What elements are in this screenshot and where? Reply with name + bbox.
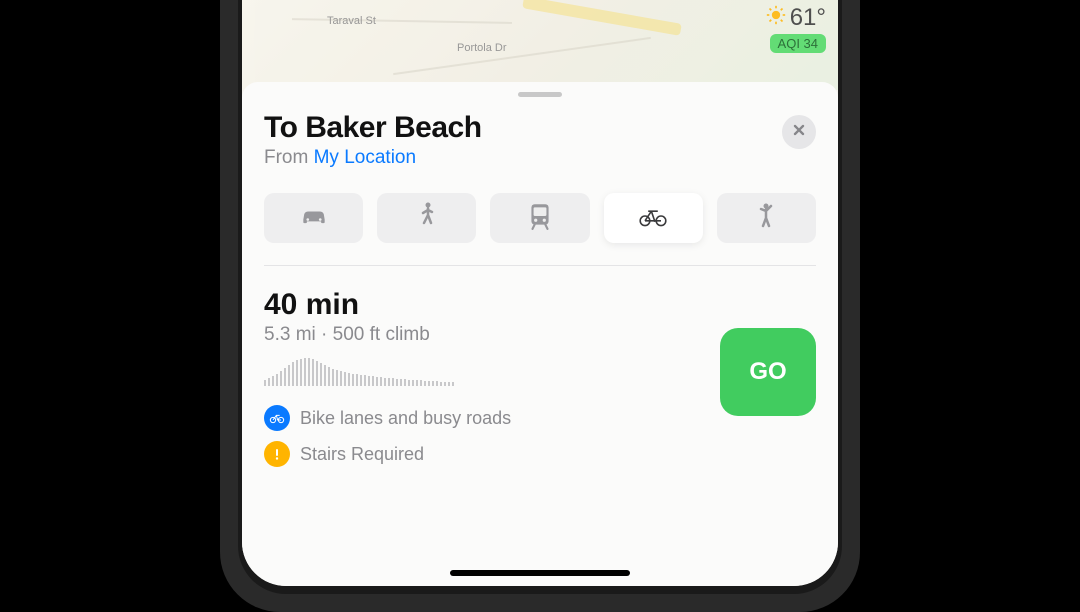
mode-tab-car[interactable] [264,193,363,243]
bike-badge-icon [264,405,290,431]
mode-tab-walk[interactable] [377,193,476,243]
destination-header: To Baker Beach From My Location [264,111,482,169]
sheet-grabber[interactable] [518,92,562,97]
info-text: Stairs Required [300,444,424,465]
sun-icon [766,4,786,32]
mode-tab-transit[interactable] [490,193,589,243]
route-climb: 500 ft climb [333,324,430,345]
route-distance-climb: 5.3 mi · 500 ft climb [264,324,720,346]
bike-icon [637,201,669,236]
transport-mode-tabs [264,193,816,266]
info-text: Bike lanes and busy roads [300,408,511,429]
route-info-stairs: Stairs Required [264,441,720,467]
destination-title: To Baker Beach [264,111,482,145]
warning-badge-icon [264,441,290,467]
transit-icon [524,201,556,236]
walk-icon [411,201,443,236]
route-time: 40 min [264,288,720,322]
route-details: 40 min 5.3 mi · 500 ft climb [264,288,720,467]
rideshare-icon [750,201,782,236]
close-icon [791,122,807,143]
map-background[interactable]: Taraval St Portola Dr 61° AQI 34 [242,0,838,90]
map-street-label: Taraval St [327,15,376,27]
map-street-label: Portola Dr [457,42,507,54]
temp-value: 61° [790,4,826,32]
screen: Taraval St Portola Dr 61° AQI 34 [242,0,838,586]
car-icon [298,201,330,236]
phone-inner: Taraval St Portola Dr 61° AQI 34 [238,0,842,594]
elevation-profile [264,356,496,386]
weather-temperature: 61° [766,4,826,32]
directions-sheet: To Baker Beach From My Location [242,82,838,586]
go-button[interactable]: GO [720,328,816,416]
from-location-link[interactable]: My Location [314,147,416,168]
from-row: From My Location [264,147,482,169]
aqi-badge: AQI 34 [770,34,826,53]
mode-tab-rideshare[interactable] [717,193,816,243]
route-info-bike-lanes: Bike lanes and busy roads [264,405,720,431]
route-distance: 5.3 mi [264,324,316,345]
home-indicator[interactable] [450,570,630,576]
phone-frame: Taraval St Portola Dr 61° AQI 34 [220,0,860,612]
close-button[interactable] [782,115,816,149]
from-label: From [264,147,314,168]
weather-widget[interactable]: 61° AQI 34 [766,4,826,53]
mode-tab-bike[interactable] [604,193,703,243]
